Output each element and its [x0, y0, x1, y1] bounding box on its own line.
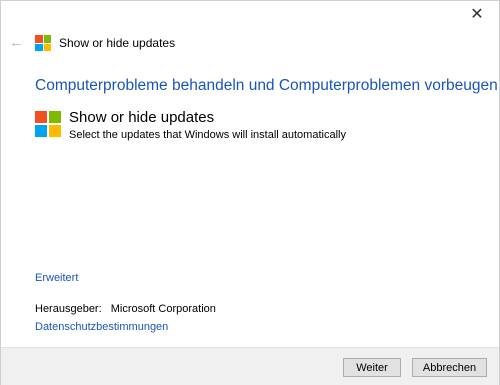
window-title: Show or hide updates — [59, 36, 176, 50]
back-arrow-icon[interactable]: ← — [9, 35, 24, 50]
item-title: Show or hide updates — [69, 109, 215, 126]
windows-logo-icon — [35, 35, 51, 51]
item-text: Show or hide updates Select the updates … — [69, 109, 346, 142]
title-bar: ← Show or hide updates — [9, 33, 175, 53]
cancel-button[interactable]: Abbrechen — [412, 358, 487, 377]
publisher-info: Herausgeber: Microsoft Corporation — [35, 303, 216, 315]
troubleshooter-dialog: ✕ ← Show or hide updates Computerproblem… — [0, 0, 500, 385]
privacy-link[interactable]: Datenschutzbestimmungen — [35, 321, 168, 333]
publisher-label: Herausgeber: — [35, 303, 102, 315]
windows-logo-icon — [35, 111, 61, 137]
button-bar: Weiter Abbrechen — [1, 347, 499, 385]
next-button[interactable]: Weiter — [343, 358, 401, 377]
close-icon[interactable]: ✕ — [469, 7, 485, 23]
item-description: Select the updates that Windows will ins… — [69, 129, 346, 141]
troubleshooter-item[interactable]: Show or hide updates Select the updates … — [35, 109, 346, 142]
publisher-value: Microsoft Corporation — [110, 303, 216, 315]
page-heading: Computerprobleme behandeln und Computerp… — [35, 77, 498, 94]
advanced-link[interactable]: Erweitert — [35, 272, 78, 284]
